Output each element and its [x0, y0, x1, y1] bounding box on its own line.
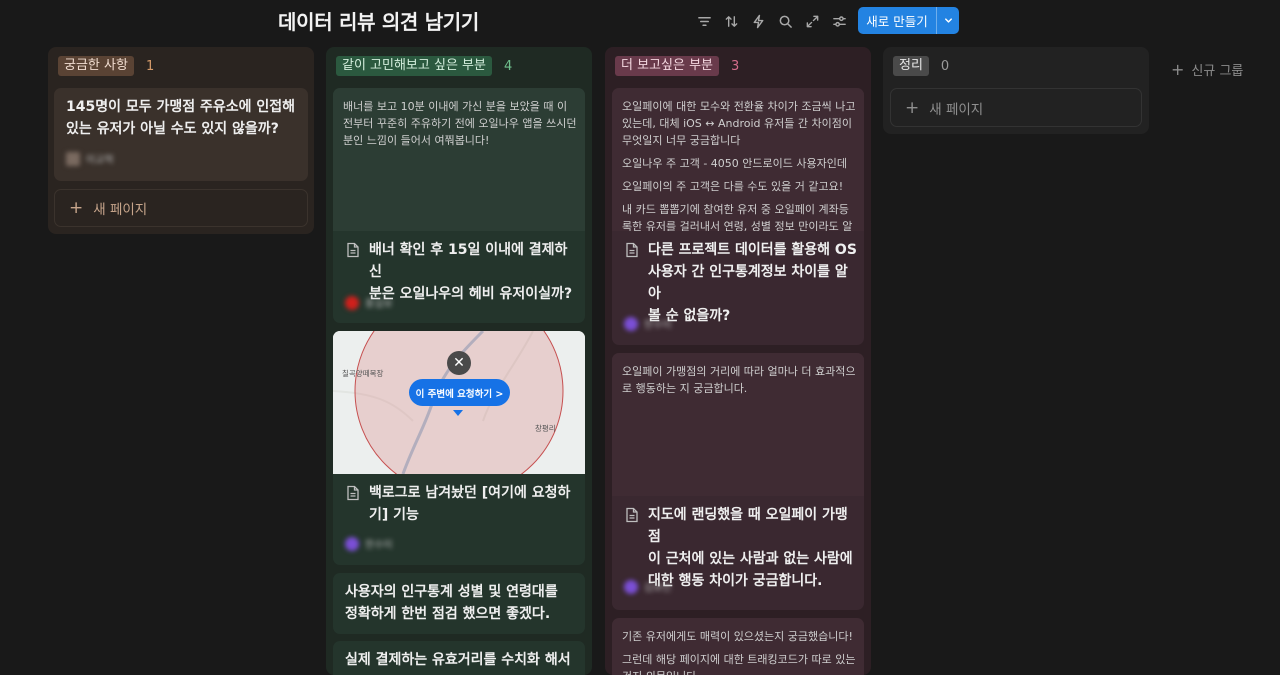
card-title: 배너 확인 후 15일 이내에 결제하신 분은 오일나우의 헤비 유저이실까? — [369, 242, 573, 302]
card-preview: 기존 유저에게도 매력이 있으셨는지 궁금했습니다! 그런데 해당 페이지에 대… — [622, 630, 856, 675]
close-icon[interactable]: ✕ — [447, 351, 471, 375]
document-icon — [347, 485, 359, 501]
avatar — [66, 151, 80, 166]
chevron-down-icon — [944, 18, 952, 23]
card-author: 이교혁 — [66, 151, 114, 166]
new-button-dropdown[interactable] — [936, 7, 959, 34]
card-author: 한수미 — [624, 316, 672, 331]
card-title: 사용자의 인구통계 성별 및 연령대를 정확하게 한번 점검 했으면 좋겠다. — [345, 584, 558, 622]
plus-icon: + — [1171, 60, 1185, 79]
column-tag[interactable]: 같이 고민해보고 싶은 부분 — [336, 56, 492, 76]
column-count: 4 — [503, 58, 513, 74]
card-title: 실제 결제하는 유효거리를 수치화 해서 — [345, 652, 571, 668]
board-card[interactable]: 오일페이에 대한 모수와 전환율 차이가 조금씩 나고 있는데, 대체 iOS … — [612, 88, 864, 345]
column-count: 1 — [145, 58, 155, 74]
card-title: 다른 프로젝트 데이터를 활용해 OS 사용자 간 인구통계정보 차이를 알아 … — [648, 242, 857, 324]
add-page-button[interactable]: + 새 페이지 — [890, 88, 1142, 127]
board-column-discuss: 같이 고민해보고 싶은 부분 4 배너를 보고 10분 이내에 가신 분을 보았… — [326, 47, 592, 675]
board-column-questions: 궁금한 사항 1 145명이 모두 가맹점 주유소에 인접해 있는 유저가 아닐… — [48, 47, 314, 234]
add-page-label: 새 페이지 — [93, 202, 148, 218]
board-card[interactable]: 칠곡양떼목장 창평리 ✕ 이 주변에 요청하기 > 백로그로 남겨놨던 [여기에… — [333, 331, 585, 565]
avatar — [345, 536, 359, 551]
card-author: 한수미 — [345, 536, 393, 551]
filter-icon[interactable] — [694, 11, 715, 32]
board-card[interactable]: 배너를 보고 10분 이내에 가신 분을 보았을 때 이전부터 꾸준히 주유하기… — [333, 88, 585, 323]
author-name: 홍길보 — [365, 299, 393, 310]
column-header: 같이 고민해보고 싶은 부분 4 — [336, 56, 512, 76]
expand-icon[interactable] — [802, 11, 823, 32]
column-header: 궁금한 사항 1 — [58, 56, 154, 76]
card-title: 백로그로 남겨놨던 [여기에 요청하 기] 기능 — [369, 485, 571, 523]
column-count: 0 — [940, 58, 950, 74]
author-name: 한수미 — [365, 540, 393, 551]
toolbar — [694, 9, 850, 33]
author-name: 김보민 — [644, 583, 672, 594]
board-card[interactable]: 사용자의 인구통계 성별 및 연령대를 정확하게 한번 점검 했으면 좋겠다. — [333, 573, 585, 634]
column-tag[interactable]: 정리 — [893, 56, 929, 76]
map-request-pill[interactable]: 이 주변에 요청하기 > — [409, 379, 510, 406]
avatar — [345, 295, 359, 310]
card-author: 김보민 — [624, 579, 672, 594]
avatar — [624, 579, 638, 594]
column-header: 더 보고싶은 부분 3 — [615, 56, 739, 76]
card-title: 지도에 랜딩했을 때 오일페이 가맹점 이 근처에 있는 사람과 없는 사람에 … — [648, 507, 853, 589]
map-label: 창평리 — [535, 424, 556, 433]
column-count: 3 — [731, 58, 740, 74]
card-preview: 배너를 보고 10분 이내에 가신 분을 보았을 때 이전부터 꾸준히 주유하기… — [343, 100, 577, 147]
board-card[interactable]: 실제 결제하는 유효거리를 수치화 해서 — [333, 641, 585, 675]
card-author: 홍길보 — [345, 295, 393, 310]
new-button-main[interactable]: 새로 만들기 — [858, 7, 936, 34]
board-column-more: 더 보고싶은 부분 3 오일페이에 대한 모수와 전환율 차이가 조금씩 나고 … — [605, 47, 871, 675]
board-card[interactable]: 오일페이 가맹점의 거리에 따라 얼마나 더 효과적으로 행동하는 지 궁금합니… — [612, 353, 864, 610]
card-title: 145명이 모두 가맹점 주유소에 인접해 있는 유저가 아닐 수도 있지 않을… — [66, 99, 296, 137]
sort-icon[interactable] — [721, 11, 742, 32]
document-icon — [626, 242, 638, 258]
document-icon — [626, 507, 638, 523]
plus-icon: + — [905, 97, 920, 118]
new-group-label: 신규 그룹 — [1191, 64, 1244, 79]
settings-sliders-icon[interactable] — [829, 11, 850, 32]
board-card[interactable]: 145명이 모두 가맹점 주유소에 인접해 있는 유저가 아닐 수도 있지 않을… — [54, 88, 308, 181]
column-tag[interactable]: 궁금한 사항 — [58, 56, 134, 76]
lightning-icon[interactable] — [748, 11, 769, 32]
add-page-button[interactable]: + 새 페이지 — [54, 189, 308, 227]
board-card[interactable]: 기존 유저에게도 매력이 있으셨는지 궁금했습니다! 그런데 해당 페이지에 대… — [612, 618, 864, 675]
new-group-button[interactable]: + 신규 그룹 — [1171, 60, 1243, 79]
avatar — [624, 316, 638, 331]
card-cover: 오일페이에 대한 모수와 전환율 차이가 조금씩 나고 있는데, 대체 iOS … — [612, 88, 864, 231]
new-button: 새로 만들기 — [858, 7, 959, 34]
plus-icon: + — [69, 198, 84, 218]
document-icon — [347, 242, 359, 258]
author-name: 한수미 — [644, 320, 672, 331]
page-title: 데이터 리뷰 의견 남기기 — [278, 10, 479, 34]
search-icon[interactable] — [775, 11, 796, 32]
card-preview: 오일페이 가맹점의 거리에 따라 얼마나 더 효과적으로 행동하는 지 궁금합니… — [622, 365, 856, 395]
header: 데이터 리뷰 의견 남기기 새로 만들기 — [0, 0, 1280, 44]
map-label: 칠곡양떼목장 — [342, 369, 384, 378]
author-name: 이교혁 — [86, 155, 114, 166]
column-tag[interactable]: 더 보고싶은 부분 — [615, 56, 719, 76]
board-column-summary: 정리 0 + 새 페이지 — [883, 47, 1149, 134]
column-header: 정리 0 — [893, 56, 949, 76]
card-preview: 오일페이에 대한 모수와 전환율 차이가 조금씩 나고 있는데, 대체 iOS … — [622, 100, 856, 231]
add-page-label: 새 페이지 — [929, 101, 984, 118]
map-image: 칠곡양떼목장 창평리 ✕ 이 주변에 요청하기 > — [333, 331, 585, 474]
